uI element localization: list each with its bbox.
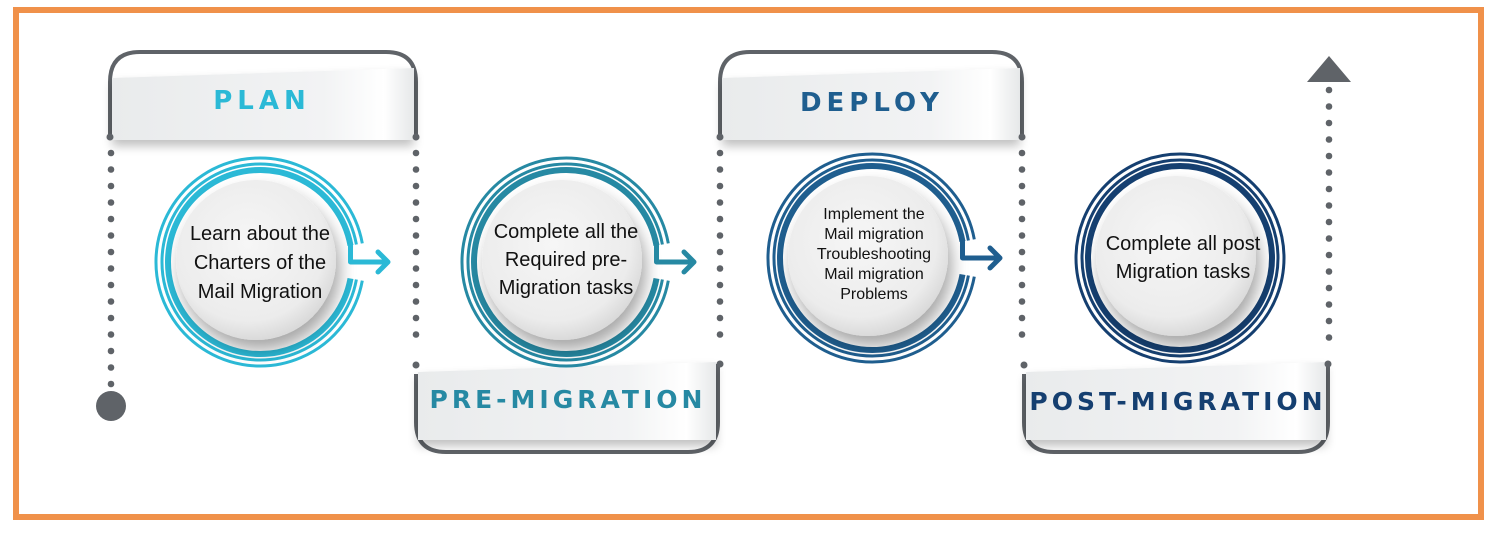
right-arrow-icon bbox=[348, 243, 391, 275]
dotted-line-dot bbox=[1018, 149, 1026, 157]
dotted-line-dot bbox=[107, 149, 115, 157]
dotted-line-dot bbox=[107, 215, 115, 223]
dotted-line-dot bbox=[412, 331, 420, 338]
dotted-line-dot bbox=[412, 265, 420, 272]
description-line: Mail migration bbox=[824, 226, 924, 243]
description-line: Charters of the bbox=[193, 251, 327, 274]
dotted-line-dot bbox=[716, 248, 724, 256]
dotted-line-dot bbox=[107, 265, 115, 272]
description-line: Implement the bbox=[823, 206, 925, 223]
dotted-line-dot bbox=[716, 149, 724, 157]
dotted-line-dot bbox=[107, 166, 115, 173]
dotted-line-dot bbox=[1018, 232, 1026, 239]
dotted-line-dot bbox=[1325, 334, 1333, 341]
dotted-line-dot bbox=[1325, 185, 1333, 193]
dotted-line-dot bbox=[716, 298, 724, 305]
dotted-line-dot bbox=[1325, 235, 1333, 242]
dotted-line-dot bbox=[1018, 265, 1026, 272]
description-line: Learn about the bbox=[189, 222, 331, 245]
description-line: Complete all post bbox=[1105, 233, 1261, 255]
dotted-line-dot bbox=[716, 265, 724, 272]
dotted-line-dot bbox=[1018, 215, 1026, 223]
description-line: Mail Migration bbox=[197, 280, 323, 303]
dotted-line-dot bbox=[1325, 103, 1333, 110]
stage-label-deploy: DEPLOY bbox=[799, 88, 945, 118]
stage-description-plan: Learn about the Charters of the Mail Mig… bbox=[172, 188, 348, 338]
description-line: Migration tasks bbox=[1115, 261, 1251, 283]
right-arrow-icon bbox=[654, 243, 697, 275]
dotted-line-dot bbox=[716, 314, 724, 322]
dotted-line-dot bbox=[107, 281, 115, 289]
dotted-line-dot bbox=[412, 166, 420, 173]
dotted-line-dot bbox=[716, 281, 724, 289]
dotted-line-dot bbox=[412, 314, 420, 322]
dotted-line-dot bbox=[1018, 199, 1026, 206]
dotted-line-dot bbox=[412, 182, 420, 190]
dotted-line-dot bbox=[412, 281, 420, 289]
dotted-line-dot bbox=[1325, 136, 1333, 143]
dotted-line-dot bbox=[1325, 202, 1333, 209]
stage-label-plan: PLAN bbox=[213, 86, 311, 116]
description-line: Mail migration bbox=[824, 266, 924, 283]
dotted-line-dot bbox=[716, 182, 724, 190]
up-arrow-icon bbox=[1307, 56, 1351, 82]
dotted-line-dot bbox=[107, 298, 115, 305]
dotted-line-dot bbox=[107, 331, 115, 338]
dotted-line-dot bbox=[107, 199, 115, 206]
dotted-line-dot bbox=[1018, 248, 1026, 256]
dotted-line-dot bbox=[412, 298, 420, 305]
dotted-line-dot bbox=[716, 199, 724, 206]
dotted-line-dot bbox=[716, 166, 724, 173]
stage-label-post-migration: POST-MIGRATION bbox=[1029, 387, 1327, 416]
dotted-line-dot bbox=[1325, 169, 1333, 176]
dotted-line-dot bbox=[107, 248, 115, 256]
dotted-line-dot bbox=[1325, 152, 1333, 160]
dotted-line-dot bbox=[107, 364, 115, 371]
dotted-line-dot bbox=[107, 232, 115, 239]
dotted-line-dot bbox=[716, 232, 724, 239]
dotted-line-dot bbox=[412, 215, 420, 223]
dotted-line-dot bbox=[1018, 331, 1026, 338]
dotted-line-dot bbox=[1018, 298, 1026, 305]
dotted-line-dot bbox=[1325, 268, 1333, 275]
dotted-line-dot bbox=[1018, 281, 1026, 289]
dotted-line-dot bbox=[1325, 119, 1333, 127]
dotted-line-dot bbox=[1325, 284, 1333, 292]
dotted-line-dot bbox=[1018, 166, 1026, 173]
dotted-line-dot bbox=[716, 215, 724, 223]
start-dot-icon bbox=[96, 391, 126, 421]
dotted-line-dot bbox=[412, 232, 420, 239]
description-line: Complete all the bbox=[493, 221, 639, 243]
stage-description-pre-migration: Complete all the Required pre- Migration… bbox=[478, 185, 654, 335]
dotted-line-dot bbox=[107, 380, 115, 388]
stage-description-deploy: Implement the Mail migration Troubleshoo… bbox=[786, 180, 962, 330]
dotted-line-dot bbox=[1325, 218, 1333, 226]
description-line: Migration tasks bbox=[498, 277, 634, 299]
dotted-line-dot bbox=[107, 347, 115, 355]
dotted-line-dot bbox=[107, 182, 115, 190]
dotted-line-dot bbox=[716, 331, 724, 338]
dotted-line-dot bbox=[412, 199, 420, 206]
dotted-line-dot bbox=[412, 149, 420, 157]
description-line: Problems bbox=[840, 286, 908, 303]
description-line: Required pre- bbox=[504, 249, 628, 271]
dotted-line-dot bbox=[1325, 317, 1333, 325]
dotted-line-dot bbox=[107, 314, 115, 322]
dotted-line-dot bbox=[1325, 301, 1333, 308]
stage-description-post-migration: Complete all post Migration tasks bbox=[1090, 183, 1276, 333]
description-line: Troubleshooting bbox=[816, 246, 932, 263]
right-arrow-icon bbox=[960, 239, 1003, 271]
dotted-line-dot bbox=[1325, 251, 1333, 259]
dotted-line-dot bbox=[1325, 86, 1333, 94]
dotted-line-dot bbox=[412, 248, 420, 256]
dotted-line-dot bbox=[1018, 182, 1026, 190]
dotted-line-dot bbox=[1018, 314, 1026, 322]
stage-label-pre-migration: PRE-MIGRATION bbox=[429, 385, 707, 414]
